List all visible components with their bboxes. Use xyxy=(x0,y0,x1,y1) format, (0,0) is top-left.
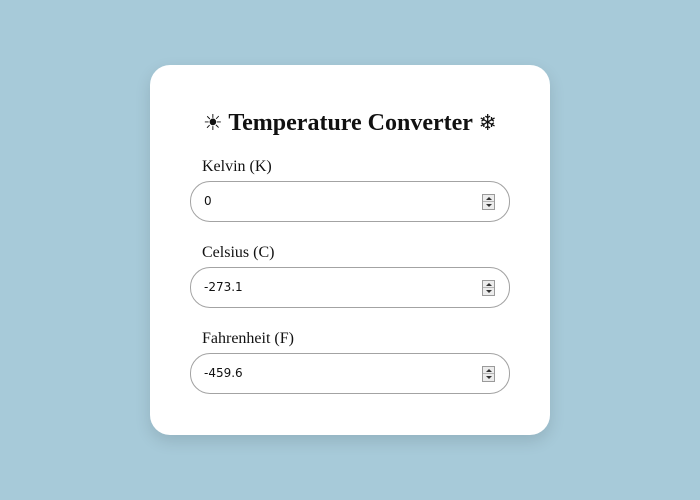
fahrenheit-increment-button[interactable] xyxy=(483,367,494,374)
converter-card: ☀ Temperature Converter ❄ Kelvin (K) 0 C… xyxy=(150,65,550,435)
page-title: ☀ Temperature Converter ❄ xyxy=(150,108,550,139)
kelvin-decrement-button[interactable] xyxy=(483,202,494,209)
fahrenheit-value: -459.6 xyxy=(204,366,243,380)
fahrenheit-stepper[interactable] xyxy=(482,366,495,382)
snowflake-icon: ❄ xyxy=(478,111,497,136)
kelvin-input[interactable]: 0 xyxy=(190,181,510,222)
celsius-stepper[interactable] xyxy=(482,280,495,296)
celsius-label: Celsius (C) xyxy=(202,244,275,261)
sun-icon: ☀ xyxy=(203,111,223,136)
fahrenheit-decrement-button[interactable] xyxy=(483,374,494,381)
celsius-input[interactable]: -273.1 xyxy=(190,267,510,308)
fahrenheit-label: Fahrenheit (F) xyxy=(202,330,294,347)
kelvin-value: 0 xyxy=(204,194,212,208)
celsius-value: -273.1 xyxy=(204,280,243,294)
celsius-increment-button[interactable] xyxy=(483,281,494,288)
kelvin-label: Kelvin (K) xyxy=(202,158,272,175)
kelvin-stepper[interactable] xyxy=(482,194,495,210)
kelvin-increment-button[interactable] xyxy=(483,195,494,202)
title-text: Temperature Converter xyxy=(228,110,473,136)
celsius-decrement-button[interactable] xyxy=(483,288,494,295)
fahrenheit-input[interactable]: -459.6 xyxy=(190,353,510,394)
